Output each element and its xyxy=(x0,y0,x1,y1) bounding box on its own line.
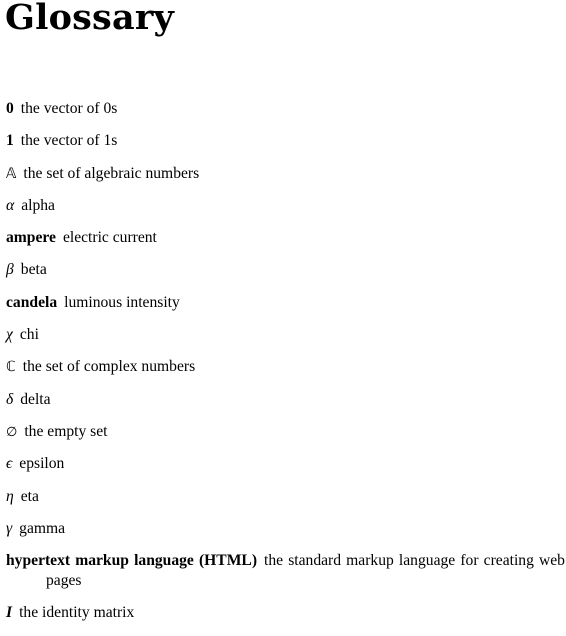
glossary-description: the identity matrix xyxy=(19,604,135,622)
glossary-entry-html: hypertext markup language (HTML) the stan… xyxy=(6,551,565,603)
glossary-description: the vector of 1s xyxy=(20,132,118,150)
glossary-description: the set of algebraic numbers xyxy=(23,164,200,182)
glossary-description: gamma xyxy=(19,519,66,537)
glossary-entry-epsilon: ϵ epsilon xyxy=(6,454,565,486)
glossary-term: 𝔸 xyxy=(6,165,17,182)
glossary-term: 0 xyxy=(6,100,14,117)
glossary-description: chi xyxy=(19,326,39,344)
glossary-entry-gamma: γ gamma xyxy=(6,519,565,551)
glossary-term: β xyxy=(6,261,14,279)
glossary-term: δ xyxy=(6,390,14,408)
glossary-description: eta xyxy=(20,487,39,505)
glossary-entry-ampere: ampere electric current xyxy=(6,228,565,260)
glossary-term: α xyxy=(6,196,15,214)
glossary-term: ampere xyxy=(6,229,56,247)
glossary-term: 1 xyxy=(6,132,14,150)
glossary-entry-algebraic-numbers: 𝔸the set of algebraic numbers xyxy=(6,164,565,196)
glossary-term: candela xyxy=(6,293,58,311)
glossary-term: η xyxy=(6,487,14,505)
glossary-description: epsilon xyxy=(19,455,65,473)
glossary-entry-ones-vector: 1 the vector of 1s xyxy=(6,131,565,163)
glossary-term: ∅ xyxy=(6,424,18,440)
glossary-entry-alpha: α alpha xyxy=(6,196,565,228)
glossary-term: I xyxy=(6,604,13,622)
glossary-description: the set of complex numbers xyxy=(22,358,196,376)
glossary-description: beta xyxy=(20,261,47,279)
glossary-entry-complex-numbers: ℂthe set of complex numbers xyxy=(6,357,565,389)
glossary-term: ℂ xyxy=(6,359,16,376)
glossary-list: 0 the vector of 0s 1 the vector of 1s 𝔸the… xyxy=(6,99,565,636)
glossary-entry-zero-vector: 0 the vector of 0s xyxy=(6,99,565,131)
glossary-entry-beta: β beta xyxy=(6,260,565,292)
glossary-term: ϵ xyxy=(6,455,13,473)
glossary-term: hypertext markup language (HTML) xyxy=(6,552,258,570)
glossary-description: luminous intensity xyxy=(64,293,180,311)
glossary-term: γ xyxy=(6,519,13,537)
glossary-description: alpha xyxy=(21,196,55,214)
glossary-description: the empty set xyxy=(24,422,108,440)
glossary-description: electric current xyxy=(62,229,157,247)
glossary-entry-chi: χ chi xyxy=(6,325,565,357)
page-title: Glossary xyxy=(5,0,174,38)
glossary-entry-empty-set: ∅ the empty set xyxy=(6,422,565,454)
glossary-entry-eta: η eta xyxy=(6,487,565,519)
glossary-description: delta xyxy=(20,390,51,408)
glossary-entry-delta: δ delta xyxy=(6,390,565,422)
glossary-entry-candela: candela luminous intensity xyxy=(6,293,565,325)
glossary-description: the vector of 0s xyxy=(20,100,118,117)
glossary-term: χ xyxy=(6,326,13,344)
